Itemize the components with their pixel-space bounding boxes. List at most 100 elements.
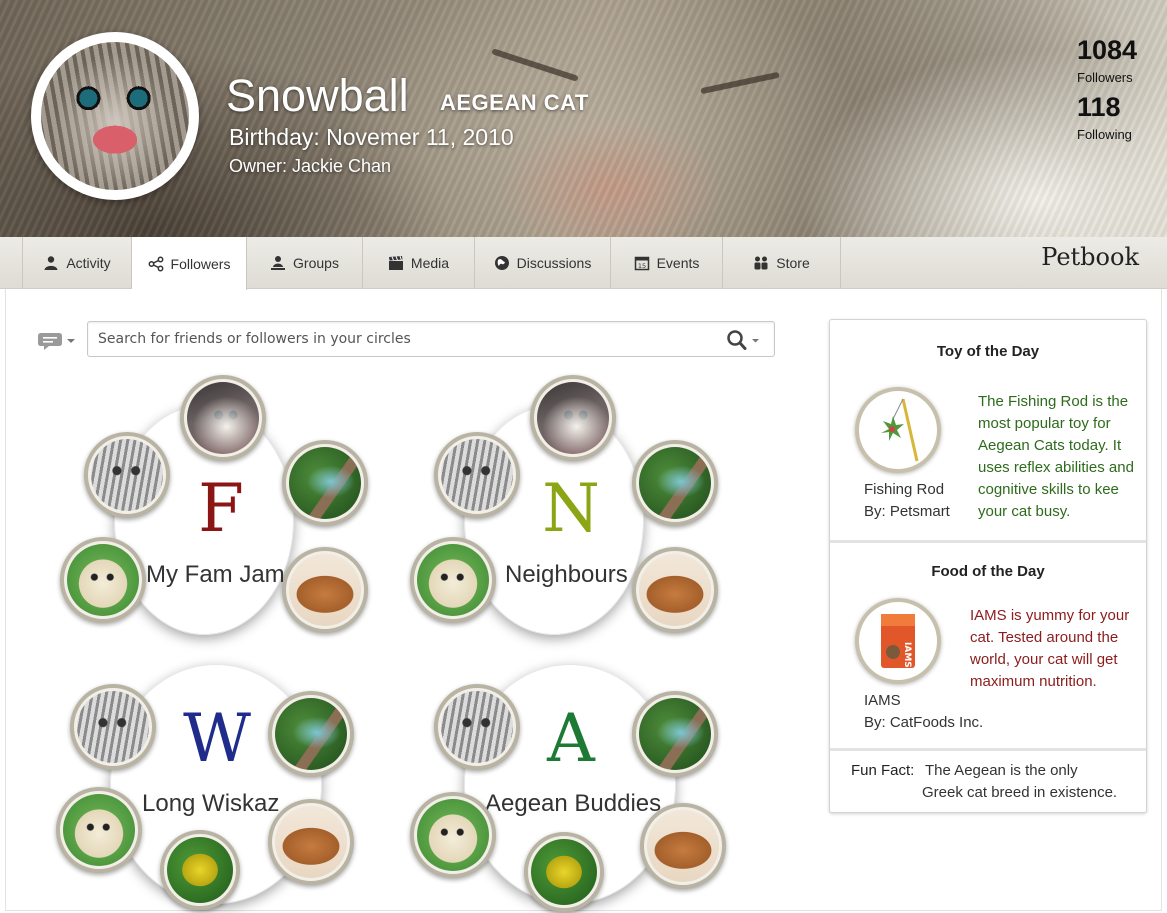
member-avatar[interactable] [282, 440, 368, 526]
blue-bird-photo [639, 447, 711, 519]
sidebar-panel: Toy of the Day Fishing Rod By: Petsmart … [829, 319, 1147, 813]
search-icon [727, 330, 759, 350]
petbook-logo[interactable]: Petbook [1041, 243, 1139, 271]
member-avatar[interactable] [84, 432, 170, 518]
sleeping-puppy-photo [647, 810, 719, 882]
member-avatar[interactable] [60, 537, 146, 623]
tab-store[interactable]: Store [723, 237, 841, 289]
member-avatar[interactable] [632, 440, 718, 526]
member-avatar[interactable] [268, 691, 354, 777]
member-avatar[interactable] [524, 832, 604, 912]
circle-long-wiskaz[interactable]: W Long Wiskaz [56, 662, 416, 912]
circle-aegean-buddies[interactable]: A Aegean Buddies [410, 662, 770, 912]
yellow-bird-photo [531, 839, 597, 905]
member-avatar[interactable] [434, 432, 520, 518]
puppy-photo [63, 794, 135, 866]
followers-label[interactable]: Followers [1077, 70, 1133, 85]
circle-label: My Fam Jam [146, 561, 285, 588]
yellow-bird-photo [167, 837, 233, 903]
fishing-rod-icon [881, 398, 919, 462]
circle-letter: F [198, 470, 244, 547]
tab-label: Activity [66, 255, 111, 271]
tabby-kitten-photo [77, 691, 149, 763]
member-avatar[interactable] [56, 787, 142, 873]
tab-events[interactable]: 15 Events [611, 237, 723, 289]
groups-icon [270, 255, 286, 271]
blue-bird-photo [289, 447, 361, 519]
food-image[interactable]: IAMS [855, 598, 941, 684]
tabby-kitten-photo [441, 439, 513, 511]
member-avatar[interactable] [640, 803, 726, 889]
food-vendor: By: CatFoods Inc. [864, 714, 984, 731]
share-icon [148, 256, 164, 272]
profile-name: Snowball [226, 70, 409, 121]
profile-owner: Owner: Jackie Chan [229, 156, 392, 176]
tab-activity[interactable]: Activity [22, 237, 132, 289]
circle-neighbours[interactable]: N Neighbours [410, 375, 770, 635]
member-avatar[interactable] [530, 375, 616, 461]
member-avatar[interactable] [180, 375, 266, 461]
circle-letter: N [542, 470, 600, 547]
fun-fact-text-line2: Greek cat breed in existence. [922, 784, 1118, 801]
profile-avatar[interactable] [31, 32, 199, 200]
profile-breed: AEGEAN CAT [440, 90, 589, 115]
member-avatar[interactable] [410, 792, 496, 878]
member-avatar[interactable] [268, 799, 354, 885]
puppy-photo [417, 544, 489, 616]
tab-discussions[interactable]: Discussions [475, 237, 611, 289]
profile-nav-bar: Activity Followers Groups Media Discussi… [0, 237, 1167, 290]
fun-fact-label: Fun Fact: [851, 762, 915, 779]
search-button[interactable] [726, 330, 764, 350]
followers-count[interactable]: 1084 [1077, 35, 1137, 66]
sidebar-divider [830, 748, 1146, 751]
blue-bird-photo [275, 698, 347, 770]
chat-bubble-dropdown[interactable] [38, 331, 76, 351]
member-avatar[interactable] [434, 684, 520, 770]
chat-bubble-icon [38, 333, 75, 350]
member-avatar[interactable] [160, 830, 240, 910]
people-icon [753, 255, 769, 271]
toy-image[interactable] [855, 387, 941, 473]
grey-kitten-photo [537, 382, 609, 454]
toy-of-the-day-title: Toy of the Day [936, 343, 1040, 360]
following-count[interactable]: 118 [1077, 92, 1121, 123]
circle-label: Neighbours [505, 561, 628, 588]
circle-label: Aegean Buddies [485, 790, 662, 817]
food-bag-icon: IAMS [881, 614, 915, 668]
search-bar [87, 321, 775, 357]
tab-label: Discussions [516, 255, 592, 271]
fun-fact-text-line1: The Aegean is the only [925, 762, 1078, 779]
tab-groups[interactable]: Groups [247, 237, 363, 289]
sleeping-puppy-photo [639, 554, 711, 626]
search-input[interactable] [98, 322, 718, 356]
clapperboard-icon [388, 255, 404, 271]
tab-label: Events [656, 255, 700, 271]
circle-label: Long Wiskaz [142, 790, 280, 817]
tab-media[interactable]: Media [363, 237, 475, 289]
member-avatar[interactable] [70, 684, 156, 770]
member-avatar[interactable] [410, 537, 496, 623]
tab-label: Media [410, 255, 450, 271]
circle-my-fam-jam[interactable]: F My Fam Jam [58, 375, 418, 635]
circle-letter: A [547, 700, 595, 777]
profile-birthday: Birthday: Novemer 11, 2010 [229, 124, 514, 150]
profile-header-banner: Snowball AEGEAN CAT Birthday: Novemer 11… [0, 0, 1167, 237]
grey-kitten-photo [187, 382, 259, 454]
calendar-icon: 15 [634, 255, 650, 271]
globe-icon [494, 255, 510, 271]
tab-label: Groups [293, 255, 339, 271]
tab-followers[interactable]: Followers [132, 237, 247, 290]
following-label[interactable]: Following [1077, 127, 1132, 142]
member-avatar[interactable] [632, 547, 718, 633]
sleeping-puppy-photo [289, 554, 361, 626]
tabby-kitten-photo [441, 691, 513, 763]
member-avatar[interactable] [632, 691, 718, 777]
puppy-photo [67, 544, 139, 616]
toy-vendor: By: Petsmart [864, 503, 950, 520]
profile-avatar-image [41, 42, 189, 190]
sleeping-puppy-photo [275, 806, 347, 878]
member-avatar[interactable] [282, 547, 368, 633]
svg-text:15: 15 [637, 262, 645, 270]
food-description: IAMS is yummy for your cat. Tested aroun… [970, 607, 1130, 690]
tab-label: Store [776, 255, 810, 271]
